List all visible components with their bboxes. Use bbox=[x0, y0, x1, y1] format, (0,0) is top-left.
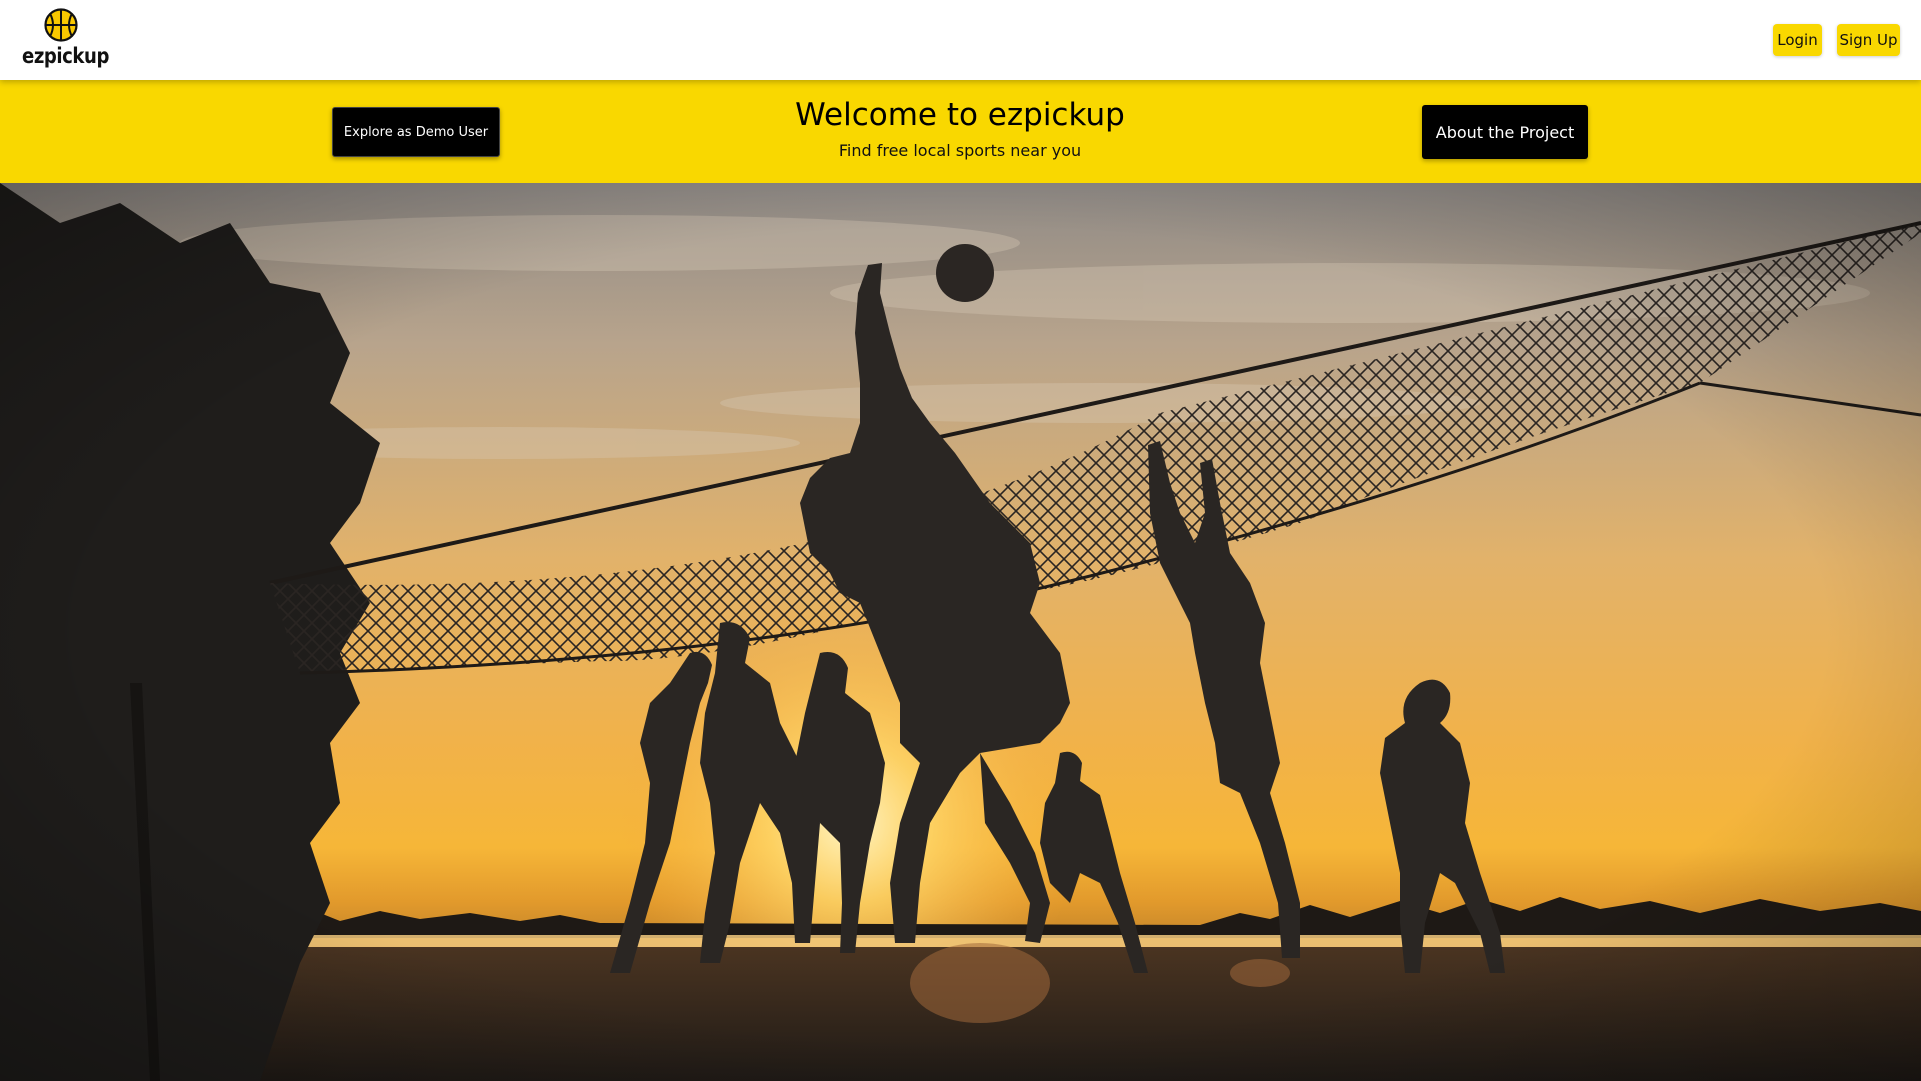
landing-page: ezpickup Login Sign Up Explore as Demo U… bbox=[0, 0, 1921, 1081]
top-navbar: ezpickup Login Sign Up bbox=[0, 0, 1921, 80]
page-title: Welcome to ezpickup bbox=[795, 97, 1125, 133]
brand-wordmark: ezpickup bbox=[22, 44, 109, 68]
basketball-icon bbox=[44, 8, 78, 42]
hero-volleyball-illustration bbox=[0, 183, 1921, 1081]
hero-image bbox=[0, 183, 1921, 1081]
explore-demo-user-button[interactable]: Explore as Demo User bbox=[332, 107, 500, 157]
home-logo-link[interactable]: ezpickup bbox=[20, 6, 109, 72]
page-subtitle: Find free local sports near you bbox=[838, 141, 1082, 160]
sign-up-button[interactable]: Sign Up bbox=[1837, 24, 1900, 56]
welcome-banner: Explore as Demo User Welcome to ezpickup… bbox=[0, 80, 1921, 183]
login-button[interactable]: Login bbox=[1773, 24, 1822, 56]
about-project-button[interactable]: About the Project bbox=[1422, 105, 1588, 159]
